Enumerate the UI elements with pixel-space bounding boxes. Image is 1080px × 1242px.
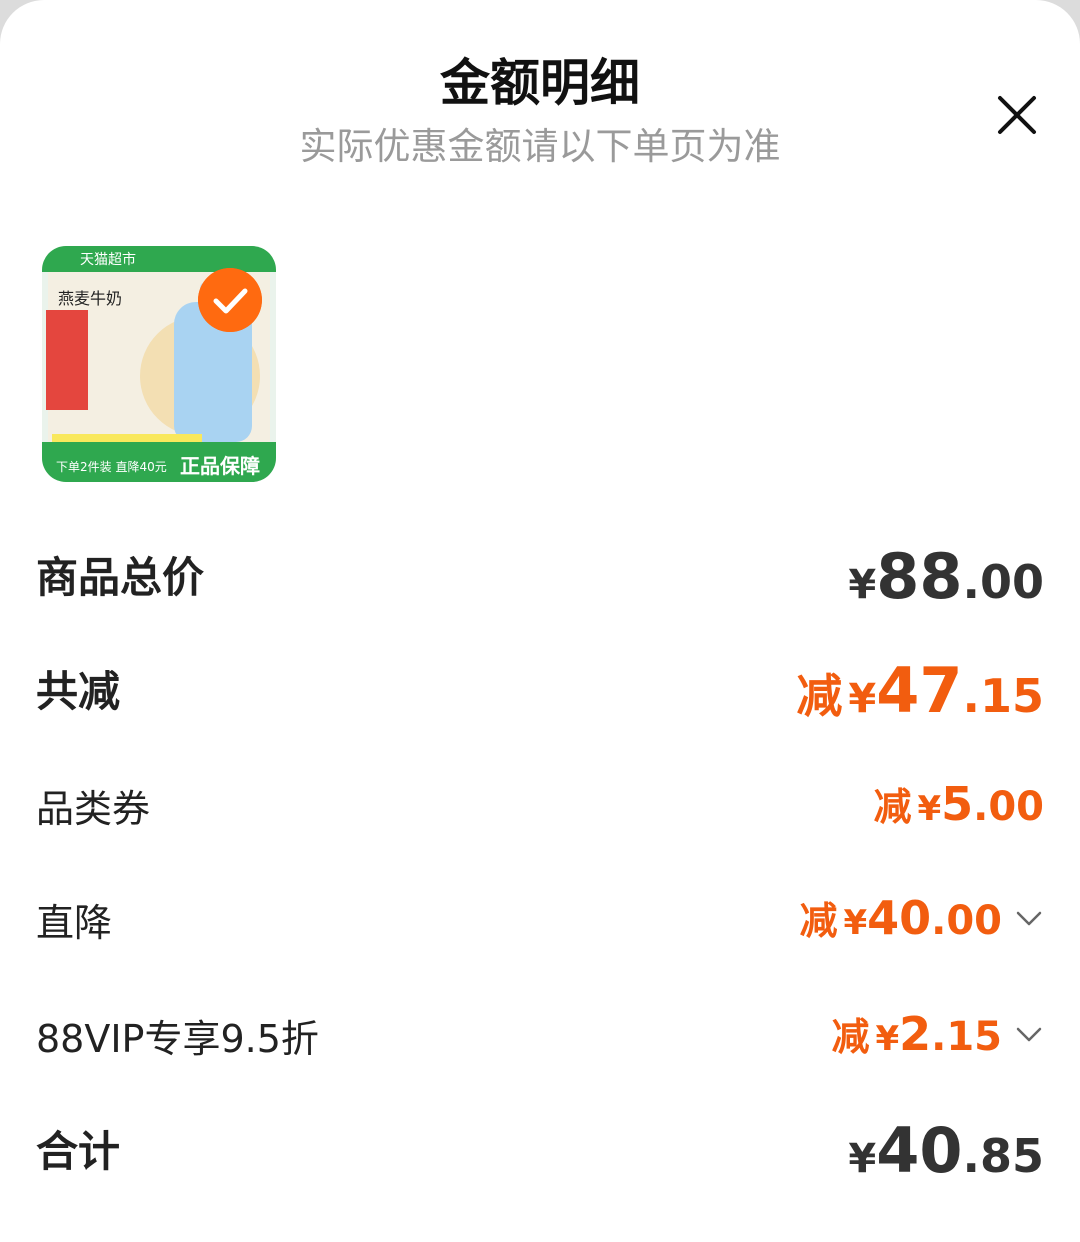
close-icon[interactable] (990, 88, 1044, 142)
currency-symbol: ¥ (875, 1019, 900, 1059)
thumbnail-promo-text: 下单2件装 直降40元 (56, 460, 167, 474)
amount-decimal: .00 (973, 784, 1044, 830)
row-item-total: 商品总价 ¥ 88 .00 (36, 540, 1044, 613)
amount-decimal: .15 (931, 1014, 1002, 1060)
amount-integer: 5 (941, 777, 974, 831)
amount-integer: 40 (876, 1114, 963, 1187)
thumbnail-guarantee-text: 正品保障 (180, 454, 260, 478)
direct-discount-label: 直降 (36, 901, 113, 945)
currency-symbol: ¥ (848, 676, 877, 722)
amount-integer: 47 (876, 654, 963, 727)
thumbnail-banner: 天猫超市 (42, 246, 276, 272)
currency-symbol: ¥ (917, 789, 942, 829)
total-reduction-label: 共减 (36, 667, 121, 716)
thumbnail-price-tag (46, 310, 88, 410)
row-direct-discount[interactable]: 直降 减 ¥ 40 .00 (36, 890, 1044, 946)
row-88vip-discount[interactable]: 88VIP专享9.5折 减 ¥ 2 .15 (36, 1006, 1044, 1062)
reduce-prefix: 减 (873, 785, 912, 829)
thumbnail-headline: 燕麦牛奶 (58, 289, 123, 308)
chevron-down-icon[interactable] (1014, 903, 1044, 933)
vip-discount-amount[interactable]: 减 ¥ 2 .15 (831, 1006, 1044, 1061)
amount-decimal: .00 (931, 898, 1002, 944)
vip-discount-label: 88VIP专享9.5折 (36, 1017, 319, 1061)
reduce-prefix: 减 (796, 669, 843, 723)
row-total-reduction: 共减 减 ¥ 47 .15 (36, 654, 1044, 727)
amount-decimal: .15 (962, 669, 1045, 723)
sheet-subtitle: 实际优惠金额请以下单页为准 (299, 125, 781, 168)
direct-discount-amount[interactable]: 减 ¥ 40 .00 (799, 890, 1044, 945)
selected-check-icon (198, 268, 262, 332)
currency-symbol: ¥ (848, 562, 877, 608)
total-reduction-amount: 减 ¥ 47 .15 (796, 654, 1044, 727)
amount-decimal: .00 (962, 555, 1045, 609)
currency-symbol: ¥ (848, 1136, 877, 1182)
chevron-down-icon[interactable] (1014, 1019, 1044, 1049)
amount-integer: 40 (867, 891, 932, 945)
amount-integer: 2 (899, 1007, 932, 1061)
item-total-label: 商品总价 (36, 553, 205, 602)
reduce-prefix: 减 (799, 899, 838, 943)
sheet-title: 金额明细 (440, 54, 640, 112)
amount-decimal: .85 (962, 1129, 1045, 1183)
amount-integer: 88 (876, 540, 963, 613)
thumbnail-banner-text: 天猫超市 (80, 252, 136, 268)
currency-symbol: ¥ (843, 903, 868, 943)
category-coupon-amount: 减 ¥ 5 .00 (873, 776, 1044, 831)
category-coupon-label: 品类券 (36, 787, 151, 831)
grand-total-amount: ¥ 40 .85 (848, 1114, 1044, 1187)
row-category-coupon: 品类券 减 ¥ 5 .00 (36, 776, 1044, 832)
item-total-amount: ¥ 88 .00 (848, 540, 1044, 613)
row-grand-total: 合计 ¥ 40 .85 (36, 1114, 1044, 1187)
reduce-prefix: 减 (831, 1015, 870, 1059)
amount-detail-sheet: 金额明细 实际优惠金额请以下单页为准 天猫超市 燕麦牛奶 下单2件装 直降40元… (0, 0, 1080, 1242)
grand-total-label: 合计 (36, 1127, 121, 1176)
